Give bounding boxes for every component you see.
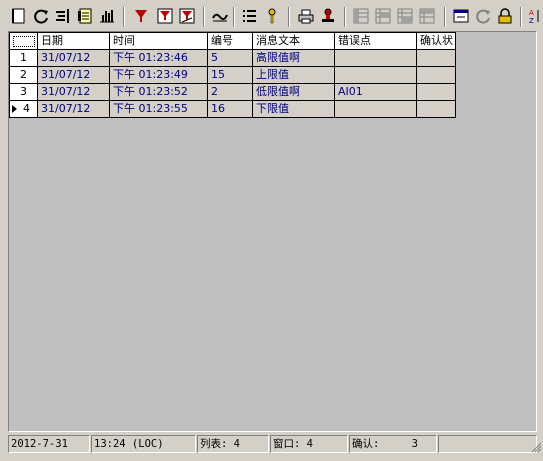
table-row[interactable]: 3 31/07/12 下午 01:23:52 2 低限值啊 AI01 [9, 83, 456, 101]
column-header-date[interactable]: 日期 [37, 32, 110, 50]
cell-ack-status [416, 83, 456, 101]
toolbar-separator [233, 7, 235, 27]
status-window-count: 窗口: 4 [270, 435, 348, 453]
cell-message-text: 下限值 [252, 100, 335, 118]
alarm-table: 日期 时间 编号 消息文本 错误点 确认状 1 31/07/12 下午 01:2… [9, 32, 456, 118]
toolbar-separator [344, 7, 346, 27]
reload-icon[interactable] [474, 7, 492, 25]
status-ack-value: 3 [411, 438, 418, 450]
sort-az-icon[interactable]: AZ [524, 7, 542, 25]
cell-date: 31/07/12 [37, 83, 110, 101]
grid1-icon[interactable] [352, 7, 370, 25]
bar-chart-icon[interactable] [98, 7, 116, 25]
grid3-icon[interactable] [396, 7, 414, 25]
toolbar-separator [444, 7, 446, 27]
row-number: 4 [23, 102, 30, 115]
cell-number: 2 [207, 83, 253, 101]
table-row[interactable]: 2 31/07/12 下午 01:23:49 15 上限值 [9, 66, 456, 84]
cell-ack-status [416, 66, 456, 84]
filter-icon[interactable] [132, 7, 150, 25]
cell-date: 31/07/12 [37, 49, 110, 67]
column-header-number[interactable]: 编号 [207, 32, 253, 50]
column-header-ack-status[interactable]: 确认状 [416, 32, 456, 50]
stamp-icon[interactable] [319, 7, 337, 25]
alarm-list-pane: 日期 时间 编号 消息文本 错误点 确认状 1 31/07/12 下午 01:2… [8, 31, 537, 432]
list-icon[interactable] [241, 7, 259, 25]
cell-time: 下午 01:23:55 [109, 100, 208, 118]
cell-date: 31/07/12 [37, 100, 110, 118]
key-icon[interactable] [263, 7, 281, 25]
toolbar: AZ [0, 0, 543, 30]
column-header-time[interactable]: 时间 [109, 32, 208, 50]
window-icon[interactable] [452, 7, 470, 25]
cell-ack-status [416, 100, 456, 118]
row-number[interactable]: 1 [9, 49, 38, 67]
column-header-error-point[interactable]: 错误点 [334, 32, 417, 50]
toolbar-separator [123, 7, 125, 27]
resize-grip-icon[interactable] [530, 441, 542, 453]
refresh-icon[interactable] [32, 7, 50, 25]
print-icon[interactable] [297, 7, 315, 25]
column-header-message-text[interactable]: 消息文本 [252, 32, 335, 50]
status-ack-label: 确认: [352, 438, 380, 450]
table-header-row: 日期 时间 编号 消息文本 错误点 确认状 [9, 32, 456, 50]
indent-icon[interactable] [54, 7, 72, 25]
filter-edit-icon[interactable] [178, 7, 196, 25]
cell-time: 下午 01:23:52 [109, 83, 208, 101]
toolbar-separator [520, 7, 522, 27]
row-number[interactable]: 3 [9, 83, 38, 101]
cell-error-point [334, 66, 417, 84]
row-number[interactable]: 2 [9, 66, 38, 84]
table-row[interactable]: 4 31/07/12 下午 01:23:55 16 下限值 [9, 100, 456, 118]
new-list-icon[interactable] [10, 7, 28, 25]
row-number-current[interactable]: 4 [9, 100, 38, 118]
table-row[interactable]: 1 31/07/12 下午 01:23:46 5 高限值啊 [9, 49, 456, 67]
svg-text:A: A [529, 9, 534, 17]
cell-message-text: 上限值 [252, 66, 335, 84]
toolbar-separator [203, 7, 205, 27]
status-list-count: 列表: 4 [197, 435, 269, 453]
cell-error-point [334, 100, 417, 118]
wave-icon[interactable] [211, 7, 229, 25]
grid2-icon[interactable] [374, 7, 392, 25]
cell-error-point: AI01 [334, 83, 417, 101]
notes-icon[interactable] [76, 7, 94, 25]
toolbar-separator [288, 7, 290, 27]
cell-error-point [334, 49, 417, 67]
status-ack-count: 确认: 3 [349, 435, 437, 453]
cell-time: 下午 01:23:46 [109, 49, 208, 67]
status-extra [438, 435, 537, 453]
current-row-arrow-icon [12, 105, 17, 113]
cell-number: 15 [207, 66, 253, 84]
cell-ack-status [416, 49, 456, 67]
cell-message-text: 高限值啊 [252, 49, 335, 67]
select-all-corner[interactable] [9, 32, 38, 50]
status-time: 13:24 (LOC) [91, 435, 196, 453]
lock-icon[interactable] [496, 7, 514, 25]
cell-message-text: 低限值啊 [252, 83, 335, 101]
status-date: 2012-7-31 [8, 435, 90, 453]
cell-number: 16 [207, 100, 253, 118]
filter-check-icon[interactable] [156, 7, 174, 25]
cell-number: 5 [207, 49, 253, 67]
grid4-icon[interactable] [418, 7, 436, 25]
status-bar: 2012-7-31 13:24 (LOC) 列表: 4 窗口: 4 确认: 3 [0, 435, 543, 454]
cell-date: 31/07/12 [37, 66, 110, 84]
svg-text:Z: Z [529, 17, 534, 24]
cell-time: 下午 01:23:49 [109, 66, 208, 84]
